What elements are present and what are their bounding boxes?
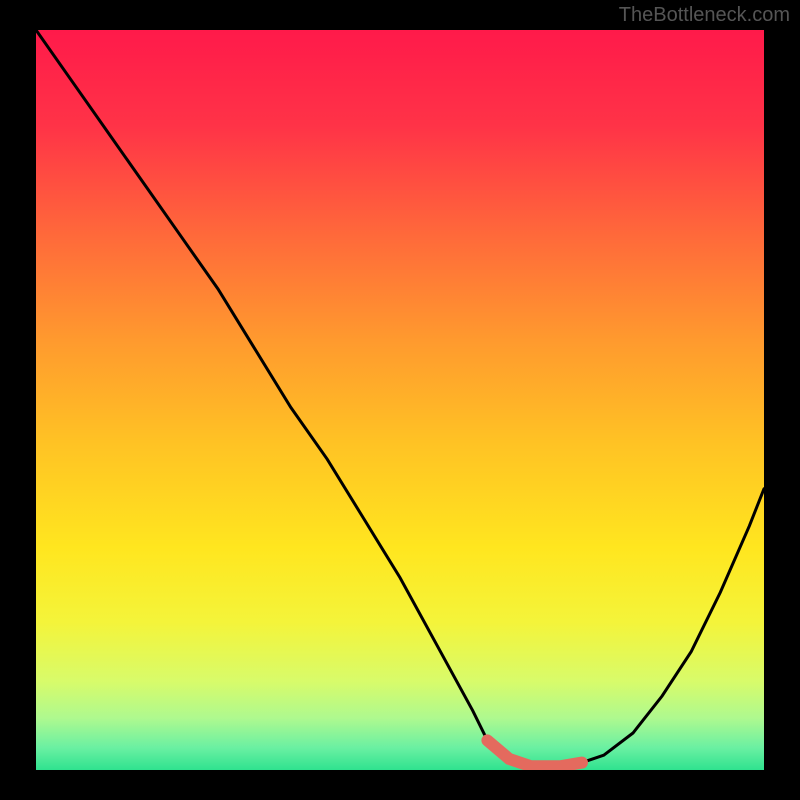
chart-svg	[36, 30, 764, 770]
chart-background	[36, 30, 764, 770]
attribution-text: TheBottleneck.com	[619, 4, 790, 27]
bottleneck-chart	[36, 30, 764, 770]
